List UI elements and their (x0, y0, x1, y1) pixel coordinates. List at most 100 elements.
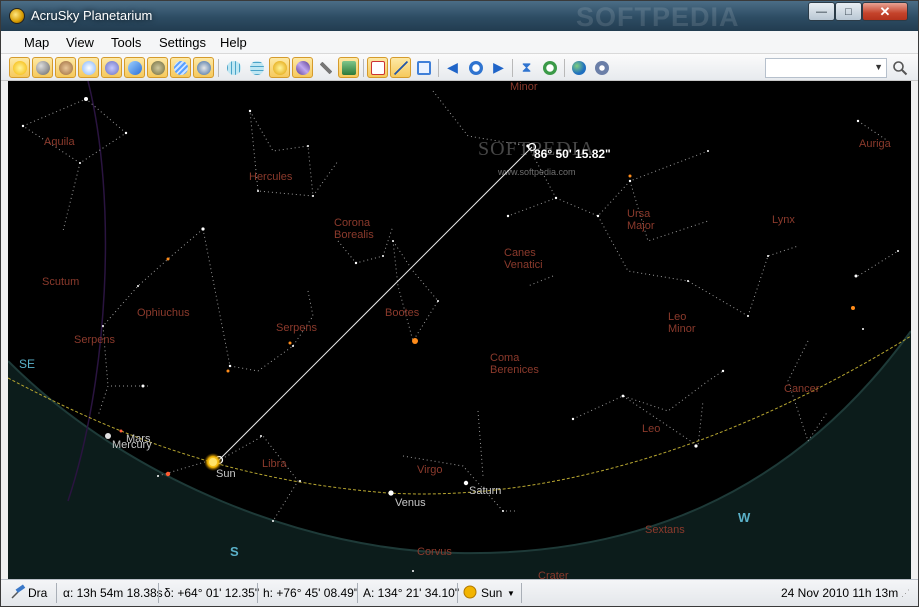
status-ra: α: 13h 54m 18.38s (63, 586, 163, 600)
measurement-readout: 86° 50' 15.82" (534, 147, 611, 161)
milky-way-icon[interactable] (292, 57, 313, 78)
galaxy-icon[interactable] (101, 57, 122, 78)
label-canes-1: Canes (504, 247, 536, 259)
search-icon[interactable] (890, 58, 910, 78)
label-coma-1: Coma (490, 352, 520, 364)
arcturus-star (412, 338, 418, 344)
direction-se: SE (19, 357, 36, 371)
horizon-ground (8, 331, 911, 579)
chevron-down-icon[interactable]: ▼ (507, 589, 515, 598)
label-ursa-2: Major (627, 220, 655, 232)
label-bootes: Bootes (385, 307, 420, 319)
status-object[interactable]: Dra (28, 586, 47, 600)
toolbar: ◀ ▶ ⧗ ▼ (1, 54, 918, 81)
label-hercules: Hercules (249, 171, 293, 183)
ecliptic-icon[interactable] (269, 57, 290, 78)
label-libra: Libra (262, 458, 287, 470)
direction-w: W (738, 510, 751, 525)
minimize-button[interactable]: — (808, 2, 835, 21)
menu-map[interactable]: Map (24, 35, 49, 50)
planet-icon[interactable] (55, 57, 76, 78)
softpedia-watermark: SOFTPEDIA (576, 2, 740, 32)
saturn-marker (463, 480, 469, 486)
label-canes-2: Venatici (504, 259, 543, 271)
menu-settings[interactable]: Settings (159, 35, 206, 50)
menu-view[interactable]: View (66, 35, 94, 50)
status-dec: δ: +64° 01' 12.35" (164, 586, 260, 600)
asteroid-icon[interactable] (147, 57, 168, 78)
sun-icon (463, 585, 477, 602)
status-bar: Dra α: 13h 54m 18.38s δ: +64° 01' 12.35"… (1, 579, 918, 606)
time-now-icon[interactable] (465, 57, 486, 78)
label-lynx: Lynx (772, 214, 795, 226)
label-aquila: Aquila (44, 136, 75, 148)
star-icon[interactable] (78, 57, 99, 78)
maximize-button[interactable]: □ (835, 2, 862, 21)
horizon-icon[interactable] (338, 57, 359, 78)
label-corona-1: Corona (334, 217, 371, 229)
globe-icon[interactable] (568, 57, 589, 78)
labels-icon[interactable] (367, 57, 388, 78)
menu-tools[interactable]: Tools (111, 35, 141, 50)
venus-marker (388, 490, 394, 496)
status-target[interactable]: Sun (481, 586, 502, 600)
label-virgo: Virgo (417, 464, 443, 476)
label-corona-2: Borealis (334, 229, 374, 241)
mercury-marker (105, 433, 111, 439)
label-corvus: Corvus (417, 546, 452, 558)
hourglass-icon[interactable]: ⧗ (516, 57, 537, 78)
app-logo-icon (9, 8, 25, 24)
label-leo-minor-1: Leo (668, 311, 687, 323)
status-az: A: 134° 21' 34.10" (363, 586, 460, 600)
label-leo-minor-2: Minor (668, 323, 696, 335)
zoom-frame-icon[interactable] (413, 57, 434, 78)
clock-step-icon[interactable] (539, 57, 560, 78)
status-datetime[interactable]: 24 Nov 2010 11h 13m (781, 586, 898, 600)
label-venus: Venus (395, 497, 426, 509)
label-coma-2: Berenices (490, 364, 539, 376)
softpedia-sky-url: www.softpedia.com (498, 167, 576, 177)
sky-map[interactable]: SOFTPEDIA www.softpedia.com 86° 50' 15.8… (8, 81, 911, 579)
label-sun: Sun (216, 468, 236, 480)
moon-icon[interactable] (32, 57, 53, 78)
direction-s: S (230, 544, 239, 559)
status-alt: h: +76° 45' 08.49" (263, 586, 359, 600)
grid-equatorial-icon[interactable] (223, 57, 244, 78)
location-dropdown[interactable]: ▼ (765, 58, 887, 78)
label-serpens-1: Serpens (276, 322, 317, 334)
label-scutum: Scutum (42, 276, 80, 288)
label-ursa-1: Ursa (627, 208, 651, 220)
app-window: AcruSky Planetarium SOFTPEDIA — □ ✕ Map … (0, 0, 919, 607)
label-ophiuchus: Ophiuchus (137, 307, 190, 319)
telescope-icon[interactable] (315, 57, 336, 78)
measure-icon[interactable] (390, 57, 411, 78)
label-saturn: Saturn (469, 485, 502, 497)
label-sextans: Sextans (645, 524, 685, 536)
label-minor-top: Minor (510, 81, 538, 93)
forward-icon[interactable]: ▶ (488, 57, 509, 78)
satellite-icon[interactable] (193, 57, 214, 78)
mars-marker (119, 429, 123, 433)
label-serpens-2: Serpens (74, 334, 115, 346)
label-auriga: Auriga (859, 138, 891, 150)
sky-chart-svg[interactable] (8, 81, 911, 579)
label-mercury: Mercury (112, 439, 152, 451)
back-icon[interactable]: ◀ (442, 57, 463, 78)
label-cancer: Cancer (784, 383, 820, 395)
window-title: AcruSky Planetarium (31, 8, 153, 23)
label-leo: Leo (642, 423, 661, 435)
settings-icon[interactable] (591, 57, 612, 78)
close-button[interactable]: ✕ (862, 2, 908, 21)
label-crater: Crater (538, 570, 569, 579)
resize-grip-icon[interactable]: ⋰ (901, 588, 910, 599)
comet-icon[interactable] (124, 57, 145, 78)
meteor-icon[interactable] (170, 57, 191, 78)
title-bar[interactable]: AcruSky Planetarium SOFTPEDIA — □ ✕ (1, 1, 918, 32)
chevron-down-icon: ▼ (874, 62, 883, 72)
menu-help[interactable]: Help (220, 35, 247, 50)
telescope-icon[interactable] (10, 584, 26, 603)
sun-icon[interactable] (9, 57, 30, 78)
menu-bar: Map View Tools Settings Help (1, 31, 918, 54)
measure-line (217, 146, 533, 462)
grid-horizontal-icon[interactable] (246, 57, 267, 78)
